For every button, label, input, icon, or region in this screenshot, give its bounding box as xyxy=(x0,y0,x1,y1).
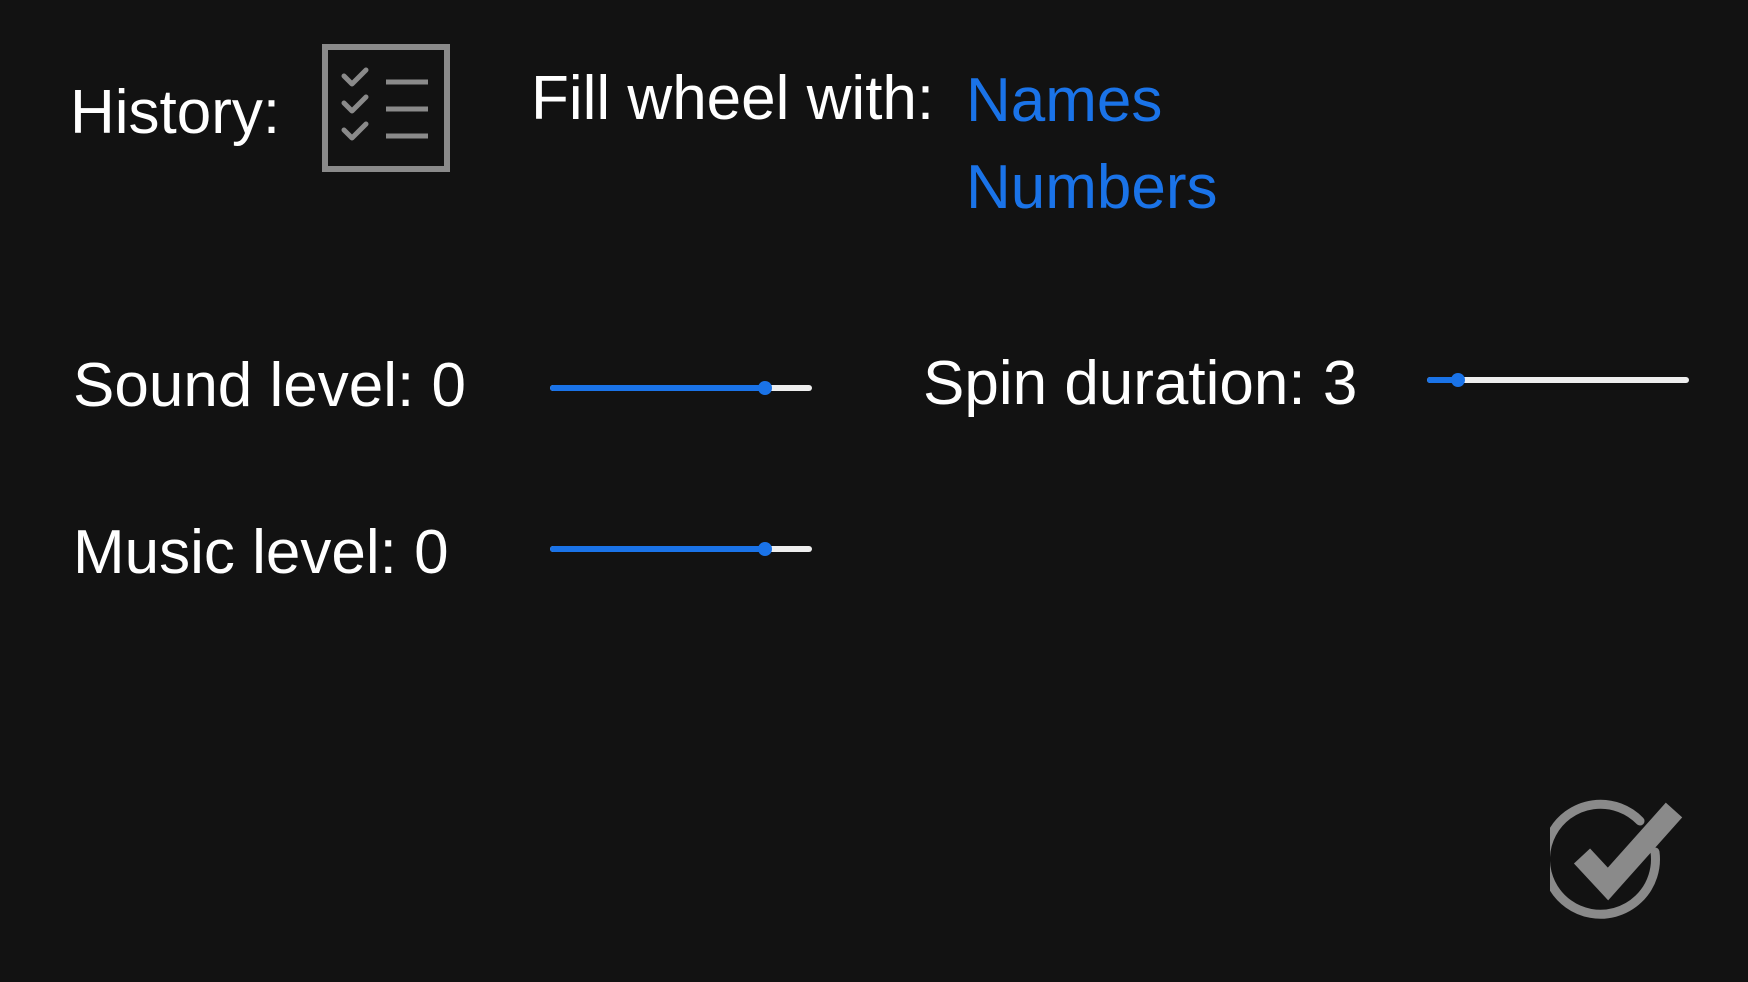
history-button[interactable] xyxy=(322,44,450,172)
fill-option-numbers[interactable]: Numbers xyxy=(966,157,1218,219)
fill-option-names[interactable]: Names xyxy=(966,70,1162,132)
slider-thumb[interactable] xyxy=(757,542,772,556)
checkmark-circle-icon xyxy=(1541,799,1683,919)
sound-level-label: Sound level: 0 xyxy=(73,351,466,420)
slider-fill xyxy=(550,546,765,552)
history-label: History: xyxy=(70,78,281,147)
slider-thumb[interactable] xyxy=(757,381,772,395)
confirm-button[interactable] xyxy=(1541,796,1686,926)
music-level-slider[interactable] xyxy=(550,534,812,564)
checklist-icon xyxy=(322,44,450,172)
music-level-label: Music level: 0 xyxy=(73,518,449,587)
slider-fill xyxy=(550,385,765,391)
fill-wheel-label: Fill wheel with: xyxy=(531,64,935,133)
sound-level-slider[interactable] xyxy=(550,373,812,403)
slider-thumb[interactable] xyxy=(1451,373,1466,387)
spin-duration-label: Spin duration: 3 xyxy=(923,349,1358,418)
slider-track xyxy=(1427,377,1689,383)
spin-duration-slider[interactable] xyxy=(1427,365,1689,395)
